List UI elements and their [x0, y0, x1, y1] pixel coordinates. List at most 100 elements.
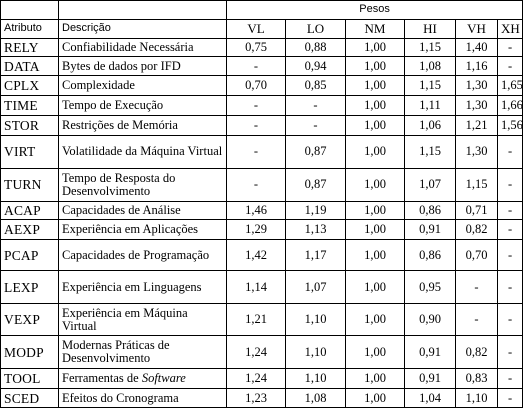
header-row-top: Pesos: [0, 0, 523, 20]
attribute-cell: ACAP: [0, 200, 59, 221]
weight-cell-vl: 1,29: [226, 219, 286, 241]
weight-cell-vh: 1,30: [455, 75, 498, 96]
header-row-levels: Atributo Descrição VL LO NM HI VH XH: [0, 18, 523, 39]
weight-cell-xh: -: [496, 200, 523, 221]
weight-cell-vh: 1,40: [455, 37, 498, 58]
weight-cell-lo: 0,87: [285, 134, 346, 169]
attribute-cell: TOOL: [0, 368, 59, 390]
weight-cell-xh: -: [496, 134, 523, 169]
weight-cell-nm: 1,00: [345, 167, 405, 202]
header-desc-top-cell: [58, 0, 227, 20]
weight-cell-xh: -: [496, 239, 523, 272]
attribute-cell: DATA: [0, 56, 59, 76]
description-cell: Modernas Práticas de Desenvolvimento: [58, 335, 227, 370]
weight-cell-nm: 1,00: [345, 75, 405, 96]
weight-cell-xh: -: [496, 56, 523, 76]
weight-cell-hi: 0,86: [404, 239, 456, 272]
weight-cell-xh: -: [496, 37, 523, 58]
weight-cell-nm: 1,00: [345, 114, 405, 136]
weight-cell-vl: -: [226, 114, 286, 136]
weight-cell-vl: 1,24: [226, 368, 286, 390]
attribute-cell: LEXP: [0, 270, 59, 305]
weight-cell-hi: 0,91: [404, 219, 456, 241]
table-row: AEXP Experiência em Aplicações 1,29 1,13 1,0…: [0, 219, 523, 241]
weight-cell-nm: 1,00: [345, 270, 405, 305]
weight-cell-vh: 1,16: [455, 56, 498, 76]
table-row: RELY Confiabilidade Necessária 0,75 0,88 1,0…: [0, 37, 523, 58]
table-row: TOOL Ferramentas de Software 1,24 1,10 1,00 0…: [0, 368, 523, 390]
weight-cell-xh: -: [496, 219, 523, 241]
weight-cell-xh: 1,66: [496, 94, 523, 116]
weight-cell-nm: 1,00: [345, 94, 405, 116]
weight-cell-vh: 0,70: [455, 239, 498, 272]
weight-cell-vl: -: [226, 56, 286, 76]
attribute-cell: MODP: [0, 335, 59, 370]
weight-cell-nm: 1,00: [345, 200, 405, 221]
weight-cell-lo: 1,13: [285, 219, 346, 241]
weight-cell-hi: 0,91: [404, 335, 456, 370]
weight-cell-lo: 1,17: [285, 239, 346, 272]
weight-cell-xh: -: [496, 270, 523, 305]
attribute-cell: STOR: [0, 114, 59, 136]
weight-cell-lo: 1,07: [285, 270, 346, 305]
table-row: VIRT Volatilidade da Máquina Virtual -0,87…: [0, 134, 523, 169]
description-cell: Volatilidade da Máquina Virtual: [58, 134, 227, 169]
description-cell: Experiência em Aplicações: [58, 219, 227, 241]
description-cell: Confiabilidade Necessária: [58, 37, 227, 58]
weight-cell-nm: 1,00: [345, 56, 405, 76]
description-cell: Tempo de Resposta do Desenvolvimento: [58, 167, 227, 202]
weight-cell-hi: 1,11: [404, 94, 456, 116]
weight-cell-lo: 1,10: [285, 368, 346, 390]
weight-cell-vl: 1,46: [226, 200, 286, 221]
weight-cell-hi: 0,90: [404, 303, 456, 337]
description-cell: Ferramentas de Software: [58, 368, 227, 390]
weight-cell-hi: 1,15: [404, 134, 456, 169]
weight-cell-hi: 1,08: [404, 56, 456, 76]
table-row: VEXP Experiência em Máquina Virtual 1,21 1,…: [0, 303, 523, 337]
weight-cell-vh: 1,10: [455, 388, 498, 408]
description-cell: Capacidades de Análise: [58, 200, 227, 221]
weight-cell-vl: -: [226, 167, 286, 202]
header-attribute: Atributo: [0, 18, 59, 39]
header-description: Descrição: [58, 18, 227, 39]
weight-cell-nm: 1,00: [345, 368, 405, 390]
description-cell: Complexidade: [58, 75, 227, 96]
weight-cell-lo: 1,10: [285, 335, 346, 370]
weight-cell-xh: -: [496, 368, 523, 390]
table-row: MODP Modernas Práticas de Desenvolvimento…: [0, 335, 523, 370]
weight-cell-nm: 1,00: [345, 134, 405, 169]
header-level-lo: LO: [285, 18, 346, 39]
description-cell: Experiência em Máquina Virtual: [58, 303, 227, 337]
header-corner-cell: [0, 0, 59, 20]
weight-cell-vl: 1,23: [226, 388, 286, 408]
weight-cell-vh: 0,83: [455, 368, 498, 390]
weight-cell-vh: -: [455, 270, 498, 305]
table-row: PCAP Capacidades de Programação 1,42 1,17 1,…: [0, 239, 523, 272]
table-row: SCED Efeitos do Cronograma 1,23 1,08 1,00 1,0…: [0, 388, 523, 408]
weight-cell-lo: 1,10: [285, 303, 346, 337]
weight-cell-nm: 1,00: [345, 303, 405, 337]
weight-cell-vl: 0,75: [226, 37, 286, 58]
weight-cell-lo: -: [285, 94, 346, 116]
weight-cell-lo: 1,08: [285, 388, 346, 408]
attribute-cell: TURN: [0, 167, 59, 202]
weight-cell-lo: 0,85: [285, 75, 346, 96]
weight-cell-xh: -: [496, 303, 523, 337]
table-row: DATA Bytes de dados por IFD -0,94 1,00 1,08 1…: [0, 56, 523, 76]
weight-cell-vh: 1,30: [455, 94, 498, 116]
weight-cell-vl: 0,70: [226, 75, 286, 96]
weight-cell-vl: 1,24: [226, 335, 286, 370]
weight-cell-lo: -: [285, 114, 346, 136]
table-row: CPLX Complexidade 0,70 0,85 1,00 1,15 1,30 1,65: [0, 75, 523, 96]
weight-cell-hi: 1,06: [404, 114, 456, 136]
header-level-nm: NM: [345, 18, 405, 39]
weight-cell-vl: 1,14: [226, 270, 286, 305]
weight-cell-vl: 1,42: [226, 239, 286, 272]
description-cell: Experiência em Linguagens: [58, 270, 227, 305]
weights-table: Pesos Atributo Descrição VL LO NM HI VH …: [0, 0, 523, 408]
description-cell: Efeitos do Cronograma: [58, 388, 227, 408]
header-level-hi: HI: [404, 18, 456, 39]
weight-cell-xh: -: [496, 335, 523, 370]
table-row: TURN Tempo de Resposta do Desenvolvimento…: [0, 167, 523, 202]
weight-cell-nm: 1,00: [345, 388, 405, 408]
